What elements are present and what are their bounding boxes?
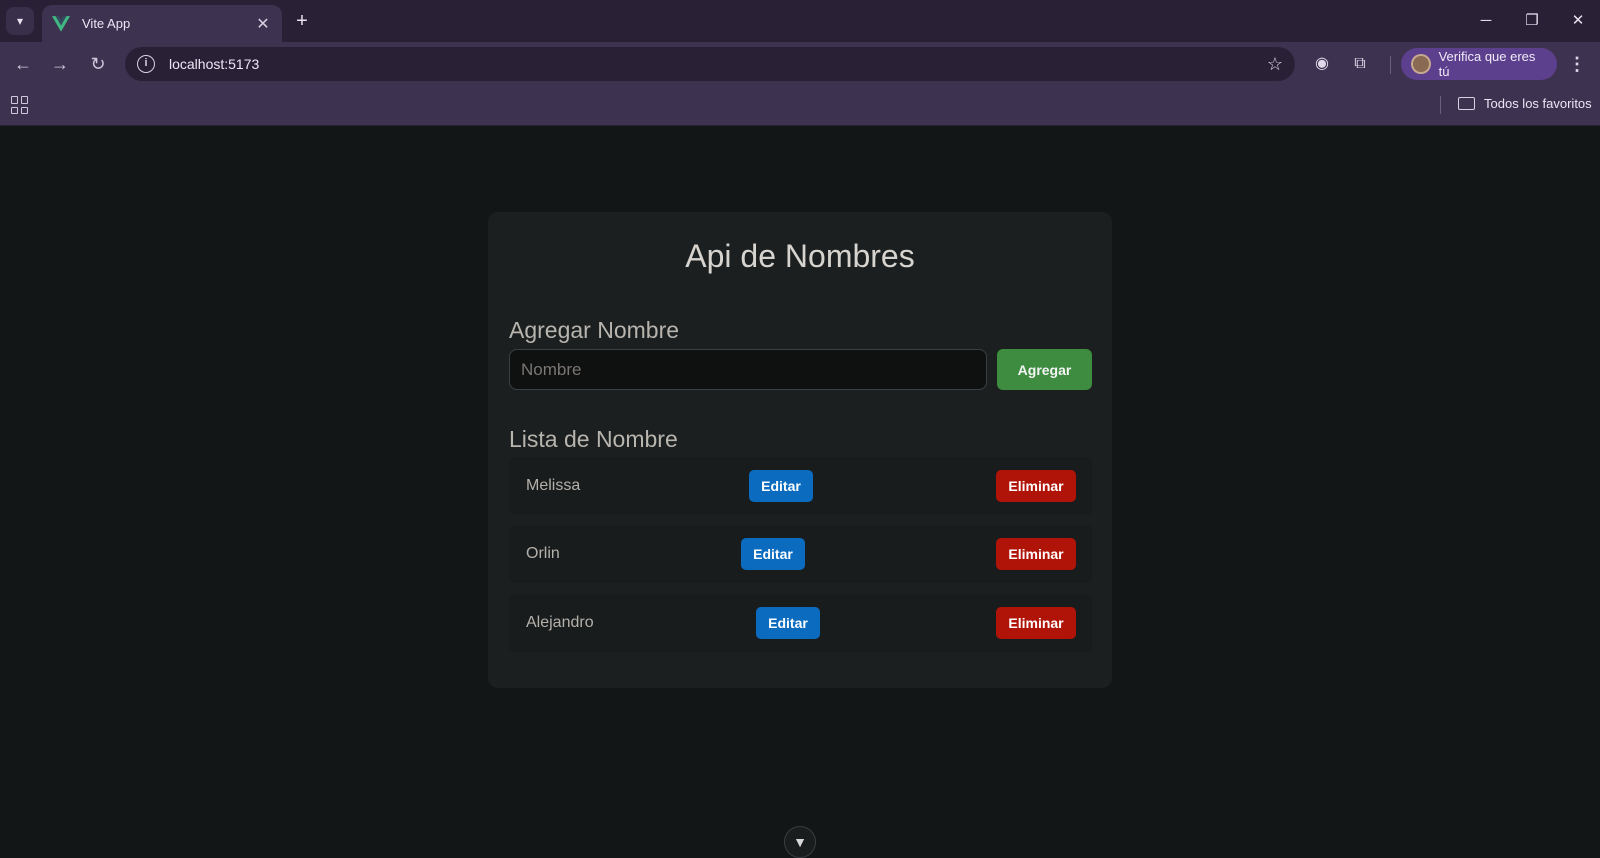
edit-button[interactable]: Editar — [756, 607, 820, 639]
name-input[interactable] — [509, 349, 987, 390]
restore-icon[interactable]: ❐ — [1512, 10, 1552, 32]
vue-logo-icon — [52, 15, 70, 32]
list-item: Melissa Editar Eliminar — [509, 457, 1092, 515]
bookmarks-bar: Todos los favoritos — [0, 86, 1600, 126]
page-title: Api de Nombres — [685, 238, 915, 274]
tab-search-chevron-icon[interactable]: ▾ — [6, 7, 34, 35]
item-name: Melissa — [526, 477, 581, 494]
url-text[interactable]: localhost:5173 — [169, 56, 1267, 72]
window-close-icon[interactable]: ✕ — [1558, 10, 1598, 32]
new-tab-plus-icon[interactable]: + — [290, 10, 314, 34]
item-name: Orlin — [526, 545, 560, 562]
minimize-icon[interactable]: ─ — [1466, 10, 1506, 32]
site-info-icon[interactable]: i — [137, 55, 155, 73]
scroll-down-icon[interactable]: ▼ — [784, 826, 816, 858]
bookmark-star-icon[interactable]: ☆ — [1267, 54, 1283, 75]
tab-strip: ▾ Vite App ✕ + ─ ❐ ✕ — [0, 0, 1600, 42]
add-section-title: Agregar Nombre — [509, 317, 680, 343]
list-item: Orlin Editar Eliminar — [509, 525, 1092, 583]
browser-toolbar: ← → ↻ i localhost:5173 ☆ ◉ ⧉ Verifica qu… — [0, 42, 1600, 86]
folder-icon — [1458, 97, 1475, 110]
bookmark-folder-all[interactable]: Todos los favoritos — [1458, 96, 1592, 111]
delete-button[interactable]: Eliminar — [996, 470, 1076, 502]
bookmark-folder-label: Todos los favoritos — [1484, 96, 1592, 111]
edit-button[interactable]: Editar — [749, 470, 813, 502]
item-name: Alejandro — [526, 614, 594, 631]
edit-button[interactable]: Editar — [741, 538, 805, 570]
forward-arrow-icon[interactable]: → — [46, 50, 74, 78]
tab-title: Vite App — [82, 16, 131, 31]
delete-button[interactable]: Eliminar — [996, 538, 1076, 570]
toolbar-divider — [1390, 56, 1391, 74]
add-button[interactable]: Agregar — [997, 349, 1092, 390]
bookmarks-divider — [1440, 96, 1441, 114]
tab-close-icon[interactable]: ✕ — [254, 14, 272, 34]
address-bar[interactable]: i localhost:5173 ☆ — [125, 47, 1295, 81]
profile-button[interactable]: Verifica que eres tú — [1401, 48, 1557, 80]
page-content: Api de Nombres Agregar Nombre Agregar Li… — [0, 126, 1600, 858]
list-section-title: Lista de Nombre — [509, 426, 678, 452]
profile-label: Verifica que eres tú — [1438, 49, 1536, 79]
delete-button[interactable]: Eliminar — [996, 607, 1076, 639]
reload-icon[interactable]: ↻ — [84, 50, 112, 78]
browser-menu-icon[interactable]: ⋮ — [1567, 53, 1587, 75]
back-arrow-icon[interactable]: ← — [9, 50, 37, 78]
extensions-puzzle-icon[interactable]: ⧉ — [1349, 53, 1371, 75]
tab-vite-app[interactable]: Vite App ✕ — [42, 5, 282, 42]
incognito-extension-icon[interactable]: ◉ — [1311, 53, 1333, 75]
names-card: Api de Nombres Agregar Nombre Agregar Li… — [488, 212, 1112, 688]
avatar — [1411, 54, 1431, 74]
list-item: Alejandro Editar Eliminar — [509, 594, 1092, 652]
apps-grid-icon[interactable] — [11, 96, 29, 114]
